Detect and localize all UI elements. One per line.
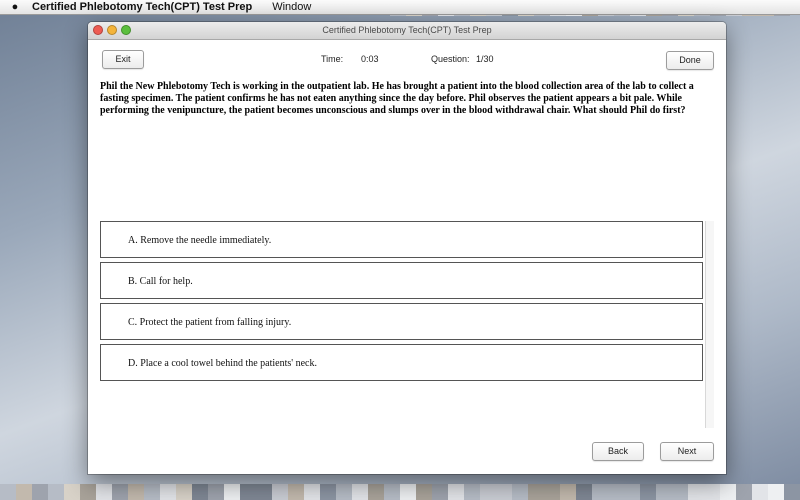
desktop-pixel [240, 484, 256, 500]
desktop-pixel [464, 484, 480, 500]
menu-window[interactable]: Window [272, 0, 311, 14]
desktop-pixel [16, 484, 32, 500]
desktop-pixel [384, 484, 400, 500]
desktop-pixel [624, 484, 640, 500]
desktop-pixel [608, 484, 624, 500]
desktop-pixel [528, 484, 544, 500]
desktop-pixel [288, 484, 304, 500]
window-title: Certified Phlebotomy Tech(CPT) Test Prep [322, 25, 492, 35]
desktop-pixel [368, 484, 384, 500]
desktop-pixel [112, 484, 128, 500]
question-label: Question: [431, 54, 470, 64]
desktop-pixel [704, 484, 720, 500]
apple-icon[interactable]: ● [4, 0, 26, 14]
window-titlebar: Certified Phlebotomy Tech(CPT) Test Prep [88, 22, 726, 40]
desktop-pixel [576, 484, 592, 500]
menu-bar: ● Certified Phlebotomy Tech(CPT) Test Pr… [0, 0, 800, 15]
desktop-pixel [672, 484, 688, 500]
desktop-pixel [352, 484, 368, 500]
desktop-pixel [48, 484, 64, 500]
desktop-pixel [32, 484, 48, 500]
desktop-pixel [304, 484, 320, 500]
desktop-pixel [752, 484, 768, 500]
back-button[interactable]: Back [592, 442, 644, 461]
desktop-pixel [656, 484, 672, 500]
exit-button[interactable]: Exit [102, 50, 144, 69]
desktop-pixel [448, 484, 464, 500]
close-icon[interactable] [93, 25, 103, 35]
answer-option-b[interactable]: B. Call for help. [100, 262, 703, 299]
desktop-pixel [432, 484, 448, 500]
desktop-pixel [416, 484, 432, 500]
time-value: 0:03 [361, 54, 379, 64]
time-label: Time: [321, 54, 344, 64]
window-controls [93, 25, 135, 35]
desktop-pixel [688, 484, 704, 500]
desktop-pixel [192, 484, 208, 500]
desktop-pixel [784, 484, 800, 500]
minimize-icon[interactable] [107, 25, 117, 35]
answers-scrollbar[interactable] [705, 221, 714, 428]
desktop-pixel [208, 484, 224, 500]
app-window: Certified Phlebotomy Tech(CPT) Test Prep… [88, 22, 726, 474]
desktop-pixel [160, 484, 176, 500]
done-button[interactable]: Done [666, 51, 714, 70]
question-text: Phil the New Phlebotomy Tech is working … [100, 81, 694, 116]
answer-option-c[interactable]: C. Protect the patient from falling inju… [100, 303, 703, 340]
desktop-pixel [512, 484, 528, 500]
menu-app-name[interactable]: Certified Phlebotomy Tech(CPT) Test Prep [32, 0, 252, 14]
desktop-pixel [256, 484, 272, 500]
desktop-pixel [128, 484, 144, 500]
desktop-pixel [480, 484, 496, 500]
desktop-pixel [320, 484, 336, 500]
desktop-pixel [768, 484, 784, 500]
desktop-pixel [496, 484, 512, 500]
answer-option-a[interactable]: A. Remove the needle immediately. [100, 221, 703, 258]
desktop-pixel [640, 484, 656, 500]
desktop-pixel [272, 484, 288, 500]
desktop-pixel [736, 484, 752, 500]
zoom-icon[interactable] [121, 25, 131, 35]
desktop-pixel [176, 484, 192, 500]
desktop-pixel [560, 484, 576, 500]
desktop-pixel [224, 484, 240, 500]
desktop-pixel [720, 484, 736, 500]
desktop-pixel [64, 484, 80, 500]
next-button[interactable]: Next [660, 442, 714, 461]
answer-list: A. Remove the needle immediately. B. Cal… [100, 221, 703, 385]
answer-option-d[interactable]: D. Place a cool towel behind the patient… [100, 344, 703, 381]
desktop-pixel [400, 484, 416, 500]
desktop-pixel [336, 484, 352, 500]
desktop-pixel-strip-bottom [0, 484, 800, 500]
desktop-pixel [544, 484, 560, 500]
desktop-pixel [592, 484, 608, 500]
desktop-pixel [0, 484, 16, 500]
desktop-pixel [96, 484, 112, 500]
question-counter: 1/30 [476, 54, 494, 64]
desktop-pixel [144, 484, 160, 500]
desktop-pixel [80, 484, 96, 500]
